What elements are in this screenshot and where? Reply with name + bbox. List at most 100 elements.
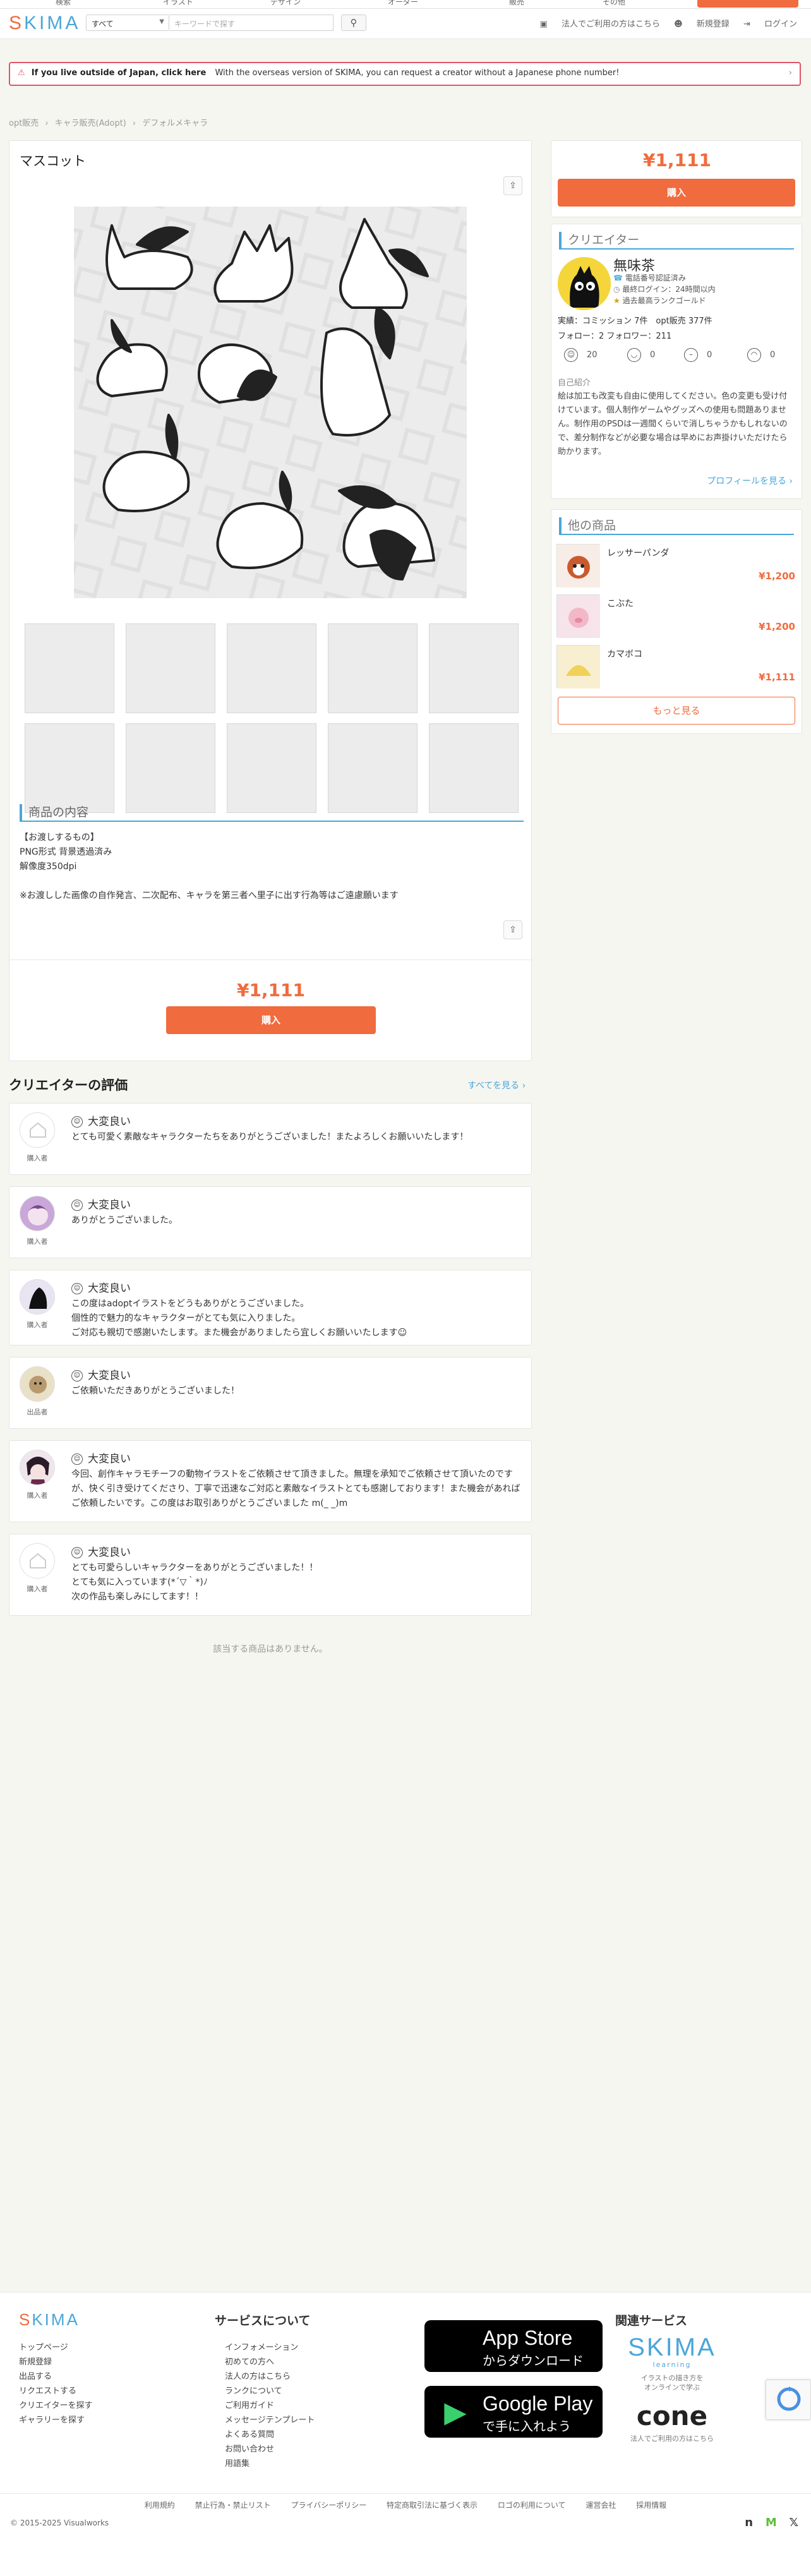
review-item: 出品者 ☺ 大変良い ご依頼いただきありがとうございました！ bbox=[9, 1357, 532, 1429]
avatar[interactable] bbox=[20, 1279, 55, 1315]
skima-learning-logo[interactable]: SKIMA learning bbox=[628, 2334, 716, 2369]
buy-button[interactable]: 購入 bbox=[166, 1006, 376, 1034]
footer-link[interactable]: メッセージテンプレート bbox=[225, 2413, 315, 2428]
nav-tab[interactable]: 検索 bbox=[56, 0, 71, 7]
footer-link[interactable]: 利用規約 bbox=[145, 2501, 175, 2510]
header-cta-button[interactable] bbox=[697, 0, 798, 8]
review-text: ありがとうございました。 bbox=[71, 1215, 177, 1225]
footer-link[interactable]: 出品する bbox=[19, 2369, 92, 2384]
footer-link[interactable]: ご利用ガイド bbox=[225, 2398, 315, 2413]
avatar[interactable] bbox=[20, 1366, 55, 1402]
other-product-thumbnail bbox=[556, 594, 600, 638]
footer-link[interactable]: ギャラリーを探す bbox=[19, 2413, 92, 2428]
creator-record: 実績：コミッション 7件 opt販売 377件 bbox=[558, 316, 712, 326]
google-play-button[interactable]: ▶ Google Play で手に入れよう bbox=[424, 2386, 603, 2438]
learning-caption: イラストの描き方を オンラインで学ぶ bbox=[640, 2374, 704, 2392]
rating-neutral: –0 bbox=[684, 348, 712, 362]
footer-link[interactable]: トップページ bbox=[19, 2340, 92, 2355]
reviews-see-all-link[interactable]: すべてを見る › bbox=[467, 1079, 526, 1092]
note-icon[interactable]: n bbox=[745, 2516, 753, 2529]
corporate-link[interactable]: ▣ 法人でご利用の方はこちら bbox=[540, 20, 660, 29]
side-buy-card: ¥1,111 購入 bbox=[551, 140, 802, 217]
product-thumbnail[interactable] bbox=[25, 723, 114, 813]
share-button[interactable]: ⇪ bbox=[503, 176, 522, 195]
product-card: マスコット ⇪ 商品の内容 【お渡しするもの】 PNG形式 背景透過済み 解像度… bbox=[9, 140, 532, 1061]
x-twitter-icon[interactable]: 𝕏 bbox=[789, 2516, 798, 2529]
other-product-item[interactable]: カマボコ ¥1,111 bbox=[556, 642, 798, 692]
nav-tab[interactable]: 販売 bbox=[509, 0, 524, 7]
product-thumbnail[interactable] bbox=[328, 623, 418, 713]
product-thumbnail[interactable] bbox=[328, 723, 418, 813]
category-select[interactable]: すべて ▼ bbox=[86, 15, 169, 31]
avatar[interactable] bbox=[20, 1450, 55, 1485]
product-thumbnail[interactable] bbox=[227, 623, 316, 713]
breadcrumb-item[interactable]: opt販売 bbox=[9, 119, 39, 128]
review-text: とても可愛く素敵なキャラクターたちをありがとうございました！またよろしくお願いい… bbox=[71, 1132, 469, 1142]
review-text: とても可愛らしいキャラクターをありがとうございました！！ とても気に入っています… bbox=[71, 1563, 318, 1602]
intro-fade bbox=[558, 452, 795, 471]
product-thumbnail[interactable] bbox=[227, 723, 316, 813]
app-store-button[interactable]: App Store からダウンロード bbox=[424, 2320, 603, 2372]
product-title: マスコット bbox=[20, 153, 86, 169]
nav-tab[interactable]: デザイン bbox=[270, 0, 301, 7]
footer-link[interactable]: リクエストする bbox=[19, 2384, 92, 2398]
nav-tab[interactable]: イラスト bbox=[163, 0, 193, 7]
breadcrumb-item[interactable]: デフォルメキャラ bbox=[142, 119, 208, 128]
warning-icon: ⚠ bbox=[18, 68, 25, 78]
other-product-item[interactable]: レッサーパンダ ¥1,200 bbox=[556, 541, 798, 591]
footer-link[interactable]: 運営会社 bbox=[586, 2501, 616, 2510]
product-thumbnail[interactable] bbox=[429, 723, 519, 813]
footer-link[interactable]: 用語集 bbox=[225, 2457, 315, 2471]
avatar[interactable] bbox=[20, 1112, 55, 1148]
product-thumbnail[interactable] bbox=[126, 723, 215, 813]
avatar[interactable] bbox=[20, 1196, 55, 1231]
other-product-item[interactable]: こぶた ¥1,200 bbox=[556, 592, 798, 641]
review-rating: ☺ 大変良い bbox=[71, 1366, 131, 1382]
login-link[interactable]: ⇥ ログイン bbox=[743, 20, 797, 29]
breadcrumb-item[interactable]: キャラ販売(Adopt) bbox=[55, 119, 126, 128]
profile-link[interactable]: プロフィールを見る › bbox=[707, 474, 793, 487]
footer-link[interactable]: クリエイターを探す bbox=[19, 2398, 92, 2413]
footer-logo[interactable]: SKIMA bbox=[19, 2310, 80, 2330]
side-buy-button[interactable]: 購入 bbox=[558, 179, 795, 207]
footer-link[interactable]: 法人の方はこちら bbox=[225, 2369, 315, 2384]
recaptcha-badge[interactable] bbox=[766, 2380, 811, 2420]
intro-label: 自己紹介 bbox=[558, 378, 591, 388]
cone-logo[interactable]: cone bbox=[628, 2401, 716, 2431]
footer-link[interactable]: 初めての方へ bbox=[225, 2355, 315, 2369]
product-thumbnail[interactable] bbox=[25, 623, 114, 713]
footer-link[interactable]: お問い合わせ bbox=[225, 2442, 315, 2457]
bad-face-icon: ◠ bbox=[747, 348, 761, 362]
media-icon[interactable]: M bbox=[766, 2516, 777, 2529]
more-products-button[interactable]: もっと見る bbox=[558, 697, 795, 725]
clock-icon: ◷ bbox=[613, 285, 620, 294]
product-main-image[interactable] bbox=[74, 207, 467, 598]
footer-link[interactable]: よくある質問 bbox=[225, 2428, 315, 2442]
footer-link[interactable]: プライバシーポリシー bbox=[291, 2501, 366, 2510]
footer-link[interactable]: インフォメーション bbox=[225, 2340, 315, 2355]
search-button[interactable]: ⚲ bbox=[341, 15, 366, 31]
site-logo[interactable]: SKIMA bbox=[9, 13, 80, 34]
footer-link[interactable]: 新規登録 bbox=[19, 2355, 92, 2369]
footer-link[interactable]: 採用情報 bbox=[636, 2501, 666, 2510]
very-good-face-icon: ☺ bbox=[71, 1547, 83, 1558]
footer-link[interactable]: ランクについて bbox=[225, 2384, 315, 2398]
search-input[interactable]: キーワードで探す bbox=[169, 15, 333, 31]
review-item: 購入者 ☺ 大変良い とても可愛く素敵なキャラクターたちをありがとうございました！… bbox=[9, 1103, 532, 1175]
signup-link[interactable]: ☻ 新規登録 bbox=[674, 20, 730, 29]
share-button[interactable]: ⇪ bbox=[503, 920, 522, 939]
footer-link[interactable]: 禁止行為・禁止リスト bbox=[195, 2501, 271, 2510]
nav-tab[interactable]: その他 bbox=[603, 0, 625, 7]
product-thumbnail[interactable] bbox=[126, 623, 215, 713]
creator-card: クリエイター 無味茶 ☎ 電話番号認証済み ◷ 最終ログイン：24時間以内 ★ … bbox=[551, 224, 802, 499]
nav-tab[interactable]: オーダー bbox=[388, 0, 418, 7]
empty-results-message: 該当する商品はありません。 bbox=[213, 1644, 328, 1654]
avatar[interactable] bbox=[20, 1543, 55, 1579]
site-footer: SKIMA トップページ 新規登録 出品する リクエストする クリエイターを探す… bbox=[0, 2292, 811, 2576]
product-thumbnail[interactable] bbox=[429, 623, 519, 713]
overseas-banner[interactable]: ⚠ If you live outside of Japan, click he… bbox=[9, 62, 801, 86]
avatar[interactable] bbox=[558, 257, 611, 310]
footer-link[interactable]: 特定商取引法に基づく表示 bbox=[387, 2501, 478, 2510]
review-item: 購入者 ☺ 大変良い この度はadoptイラストをどうもありがとうございました。 … bbox=[9, 1270, 532, 1345]
footer-link[interactable]: ロゴの利用について bbox=[498, 2501, 566, 2510]
